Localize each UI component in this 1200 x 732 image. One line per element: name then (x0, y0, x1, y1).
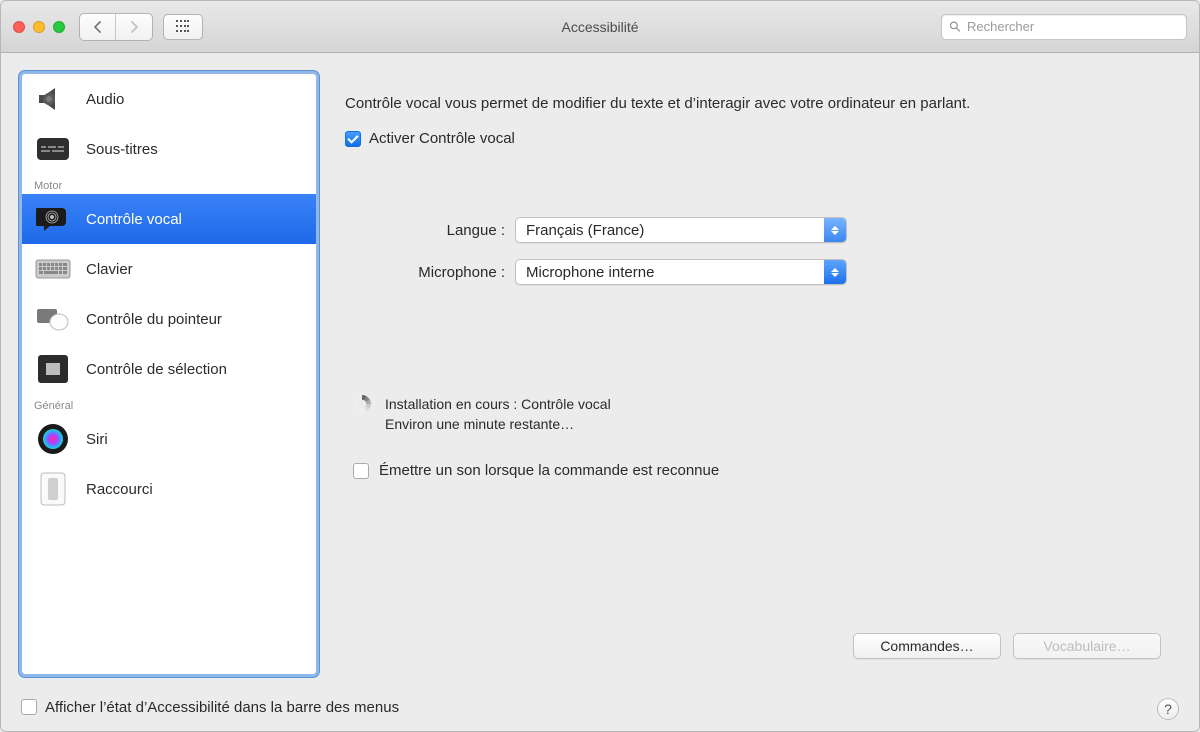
back-button[interactable] (80, 14, 116, 40)
switch-control-icon (34, 353, 72, 385)
minimize-window-button[interactable] (33, 21, 45, 33)
sidebar-item-label: Raccourci (86, 481, 153, 498)
language-row: Langue : Français (France) (345, 217, 1161, 243)
titlebar: Accessibilité (1, 1, 1199, 53)
microphone-value: Microphone interne (516, 264, 664, 281)
enable-voice-control-row[interactable]: Activer Contrôle vocal (345, 130, 1161, 147)
language-select[interactable]: Français (France) (515, 217, 847, 243)
bottom-bar: Afficher l’état d’Accessibilité dans la … (1, 687, 1199, 731)
sidebar-item-label: Siri (86, 431, 108, 448)
spinner-icon (353, 395, 371, 413)
grid-icon (176, 20, 190, 34)
sidebar-item-siri[interactable]: Siri (22, 414, 316, 464)
sidebar-item-label: Audio (86, 91, 124, 108)
sidebar-header-motor: Motor (22, 174, 316, 194)
preferences-window: Accessibilité Audio Sous-titres (0, 0, 1200, 732)
microphone-label: Microphone : (345, 264, 505, 281)
vocabulary-button: Vocabulaire… (1013, 633, 1161, 659)
search-icon (949, 20, 961, 33)
language-value: Français (France) (516, 222, 654, 239)
content-area: Audio Sous-titres Motor Contrôle vocal (1, 53, 1199, 687)
show-status-label: Afficher l’état d’Accessibilité dans la … (45, 699, 399, 716)
show-status-checkbox[interactable] (21, 699, 37, 715)
show-status-row[interactable]: Afficher l’état d’Accessibilité dans la … (21, 699, 399, 716)
commands-button[interactable]: Commandes… (853, 633, 1001, 659)
search-field[interactable] (941, 14, 1187, 40)
enable-checkbox[interactable] (345, 131, 361, 147)
sidebar-item-label: Contrôle de sélection (86, 361, 227, 378)
sidebar-item-audio[interactable]: Audio (22, 74, 316, 124)
sidebar-item-switch[interactable]: Contrôle de sélection (22, 344, 316, 394)
play-sound-checkbox[interactable] (353, 463, 369, 479)
stepper-arrows-icon (824, 260, 846, 284)
sidebar-item-pointer[interactable]: Contrôle du pointeur (22, 294, 316, 344)
sidebar-item-voice-control[interactable]: Contrôle vocal (22, 194, 316, 244)
sidebar: Audio Sous-titres Motor Contrôle vocal (19, 71, 319, 677)
sidebar-item-label: Contrôle vocal (86, 211, 182, 228)
main-panel: Contrôle vocal vous permet de modifier d… (337, 71, 1181, 677)
microphone-select[interactable]: Microphone interne (515, 259, 847, 285)
sidebar-item-subtitles[interactable]: Sous-titres (22, 124, 316, 174)
pointer-icon (34, 303, 72, 335)
sidebar-item-shortcut[interactable]: Raccourci (22, 464, 316, 514)
help-button[interactable]: ? (1157, 698, 1179, 720)
search-input[interactable] (967, 19, 1179, 34)
close-window-button[interactable] (13, 21, 25, 33)
navigation-segment (79, 13, 153, 41)
install-progress: Installation en cours : Contrôle vocal E… (353, 395, 1161, 434)
install-line1: Installation en cours : Contrôle vocal (385, 395, 611, 415)
install-line2: Environ une minute restante… (385, 415, 611, 435)
sidebar-item-keyboard[interactable]: Clavier (22, 244, 316, 294)
enable-label: Activer Contrôle vocal (369, 130, 515, 147)
subtitles-icon (34, 133, 72, 165)
window-controls (13, 21, 65, 33)
shortcut-icon (34, 473, 72, 505)
sidebar-item-label: Clavier (86, 261, 133, 278)
play-sound-row[interactable]: Émettre un son lorsque la commande est r… (353, 462, 1161, 479)
sidebar-item-label: Contrôle du pointeur (86, 311, 222, 328)
voice-control-icon (34, 203, 72, 235)
forward-button[interactable] (116, 14, 152, 40)
microphone-row: Microphone : Microphone interne (345, 259, 1161, 285)
language-label: Langue : (345, 222, 505, 239)
button-row: Commandes… Vocabulaire… (853, 633, 1161, 659)
play-sound-label: Émettre un son lorsque la commande est r… (379, 462, 719, 479)
stepper-arrows-icon (824, 218, 846, 242)
sidebar-item-label: Sous-titres (86, 141, 158, 158)
zoom-window-button[interactable] (53, 21, 65, 33)
show-all-button[interactable] (163, 14, 203, 40)
sidebar-header-general: Général (22, 394, 316, 414)
speaker-icon (34, 83, 72, 115)
keyboard-icon (34, 253, 72, 285)
description-text: Contrôle vocal vous permet de modifier d… (345, 93, 1161, 114)
siri-icon (34, 423, 72, 455)
